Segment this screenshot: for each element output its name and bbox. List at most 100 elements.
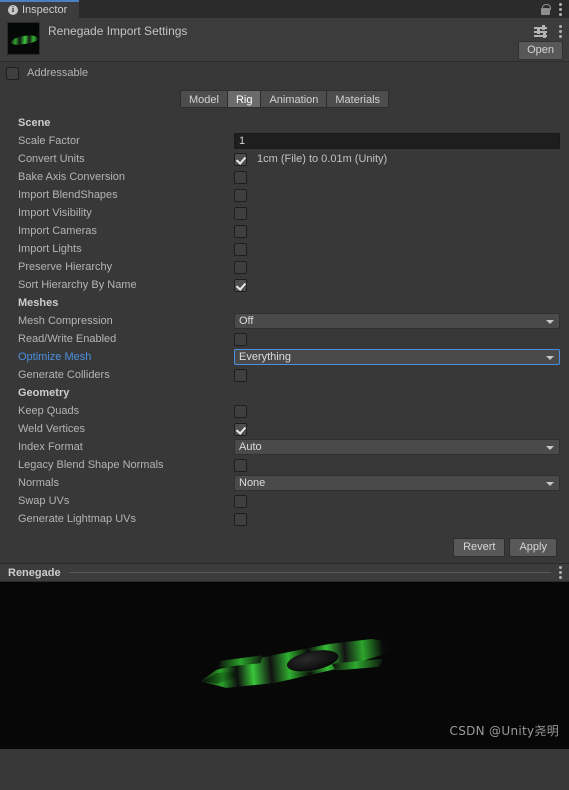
- row-preserve-hierarchy: Preserve Hierarchy: [6, 258, 563, 276]
- renegade-asset-thumbnail: [7, 22, 40, 55]
- tab-inspector[interactable]: i Inspector: [0, 0, 79, 18]
- chevron-down-icon: [546, 482, 554, 486]
- swap-uvs-checkbox[interactable]: [234, 495, 247, 508]
- chevron-down-icon: [546, 356, 554, 360]
- sort-hierarchy-by-name-label: Sort Hierarchy By Name: [6, 279, 234, 291]
- asset-header: Renegade Import Settings Open: [0, 18, 569, 62]
- header-kebab-menu-icon[interactable]: [559, 25, 562, 38]
- tab-materials[interactable]: Materials: [326, 90, 389, 108]
- import-lights-label: Import Lights: [6, 243, 234, 255]
- row-import-blendshapes: Import BlendShapes: [6, 186, 563, 204]
- index-format-dropdown[interactable]: Auto: [234, 439, 560, 455]
- sort-hierarchy-by-name-checkbox[interactable]: [234, 279, 247, 292]
- preserve-hierarchy-checkbox[interactable]: [234, 261, 247, 274]
- normals-label: Normals: [6, 477, 234, 489]
- bake-axis-conversion-checkbox[interactable]: [234, 171, 247, 184]
- preview-viewport[interactable]: CSDN @Unity尧明: [0, 582, 569, 749]
- import-cameras-label: Import Cameras: [6, 225, 234, 237]
- read-write-enabled-checkbox[interactable]: [234, 333, 247, 346]
- swap-uvs-label: Swap UVs: [6, 495, 234, 507]
- row-read-write-enabled: Read/Write Enabled: [6, 330, 563, 348]
- row-legacy-blend-shape-normals: Legacy Blend Shape Normals: [6, 456, 563, 474]
- section-meshes-header: Meshes: [6, 294, 563, 312]
- preserve-hierarchy-label: Preserve Hierarchy: [6, 261, 234, 273]
- index-format-label: Index Format: [6, 441, 234, 453]
- row-convert-units: Convert Units 1cm (File) to 0.01m (Unity…: [6, 150, 563, 168]
- chevron-down-icon: [546, 320, 554, 324]
- index-format-value: Auto: [239, 441, 262, 453]
- renegade-spaceship-model: [196, 621, 401, 706]
- row-index-format: Index Format Auto: [6, 438, 563, 456]
- read-write-enabled-label: Read/Write Enabled: [6, 333, 234, 345]
- legacy-blend-shape-normals-label: Legacy Blend Shape Normals: [6, 459, 234, 471]
- convert-units-checkbox[interactable]: [234, 153, 247, 166]
- addressable-label: Addressable: [27, 67, 88, 79]
- apply-button[interactable]: Apply: [509, 538, 557, 557]
- importer-tabs: Model Rig Animation Materials: [0, 84, 569, 110]
- convert-units-label: Convert Units: [6, 153, 234, 165]
- normals-dropdown[interactable]: None: [234, 475, 560, 491]
- generate-colliders-checkbox[interactable]: [234, 369, 247, 382]
- row-bake-axis-conversion: Bake Axis Conversion: [6, 168, 563, 186]
- bake-axis-conversion-label: Bake Axis Conversion: [6, 171, 234, 183]
- preview-kebab-menu-icon[interactable]: [559, 566, 562, 579]
- preview-title: Renegade: [8, 567, 61, 579]
- import-cameras-checkbox[interactable]: [234, 225, 247, 238]
- row-swap-uvs: Swap UVs: [6, 492, 563, 510]
- keep-quads-label: Keep Quads: [6, 405, 234, 417]
- row-generate-colliders: Generate Colliders: [6, 366, 563, 384]
- row-optimize-mesh: Optimize Mesh Everything: [6, 348, 563, 366]
- generate-colliders-label: Generate Colliders: [6, 369, 234, 381]
- generate-lightmap-uvs-checkbox[interactable]: [234, 513, 247, 526]
- tab-inspector-label: Inspector: [22, 4, 67, 16]
- kebab-menu-icon[interactable]: [559, 3, 562, 16]
- mesh-compression-dropdown[interactable]: Off: [234, 313, 560, 329]
- optimize-mesh-label: Optimize Mesh: [6, 351, 234, 363]
- preview-rule: [69, 572, 551, 573]
- tab-animation[interactable]: Animation: [260, 90, 326, 108]
- row-import-lights: Import Lights: [6, 240, 563, 258]
- row-import-visibility: Import Visibility: [6, 204, 563, 222]
- inspector-window: i Inspector Renegade Import Settings Ope…: [0, 0, 569, 790]
- addressable-checkbox[interactable]: [6, 67, 19, 80]
- section-geometry-header: Geometry: [6, 384, 563, 402]
- info-circle-icon: i: [8, 5, 18, 15]
- tab-rig[interactable]: Rig: [227, 90, 261, 108]
- scale-factor-input[interactable]: 1: [234, 133, 560, 149]
- lock-icon[interactable]: [541, 4, 550, 15]
- scale-factor-label: Scale Factor: [6, 135, 234, 147]
- watermark: CSDN @Unity尧明: [450, 722, 559, 739]
- footer-actions: Revert Apply: [6, 528, 563, 557]
- optimize-mesh-dropdown[interactable]: Everything: [234, 349, 560, 365]
- legacy-blend-shape-normals-checkbox[interactable]: [234, 459, 247, 472]
- weld-vertices-checkbox[interactable]: [234, 423, 247, 436]
- row-scale-factor: Scale Factor 1: [6, 132, 563, 150]
- weld-vertices-label: Weld Vertices: [6, 423, 234, 435]
- page-title: Renegade Import Settings: [48, 24, 187, 38]
- row-weld-vertices: Weld Vertices: [6, 420, 563, 438]
- import-blendshapes-label: Import BlendShapes: [6, 189, 234, 201]
- convert-units-suffix: 1cm (File) to 0.01m (Unity): [257, 153, 387, 165]
- row-mesh-compression: Mesh Compression Off: [6, 312, 563, 330]
- properties-panel: Scene Scale Factor 1 Convert Units 1cm (…: [0, 110, 569, 557]
- row-keep-quads: Keep Quads: [6, 402, 563, 420]
- section-scene-header: Scene: [6, 114, 563, 132]
- chevron-down-icon: [546, 446, 554, 450]
- import-blendshapes-checkbox[interactable]: [234, 189, 247, 202]
- mesh-compression-value: Off: [239, 315, 253, 327]
- normals-value: None: [239, 477, 265, 489]
- row-sort-hierarchy-by-name: Sort Hierarchy By Name: [6, 276, 563, 294]
- row-normals: Normals None: [6, 474, 563, 492]
- row-import-cameras: Import Cameras: [6, 222, 563, 240]
- import-lights-checkbox[interactable]: [234, 243, 247, 256]
- tab-model[interactable]: Model: [180, 90, 227, 108]
- import-visibility-checkbox[interactable]: [234, 207, 247, 220]
- keep-quads-checkbox[interactable]: [234, 405, 247, 418]
- generate-lightmap-uvs-label: Generate Lightmap UVs: [6, 513, 234, 525]
- import-visibility-label: Import Visibility: [6, 207, 234, 219]
- preset-sliders-icon[interactable]: [534, 26, 547, 37]
- preview-header[interactable]: Renegade: [0, 563, 569, 582]
- open-button[interactable]: Open: [518, 41, 563, 60]
- mesh-compression-label: Mesh Compression: [6, 315, 234, 327]
- revert-button[interactable]: Revert: [453, 538, 505, 557]
